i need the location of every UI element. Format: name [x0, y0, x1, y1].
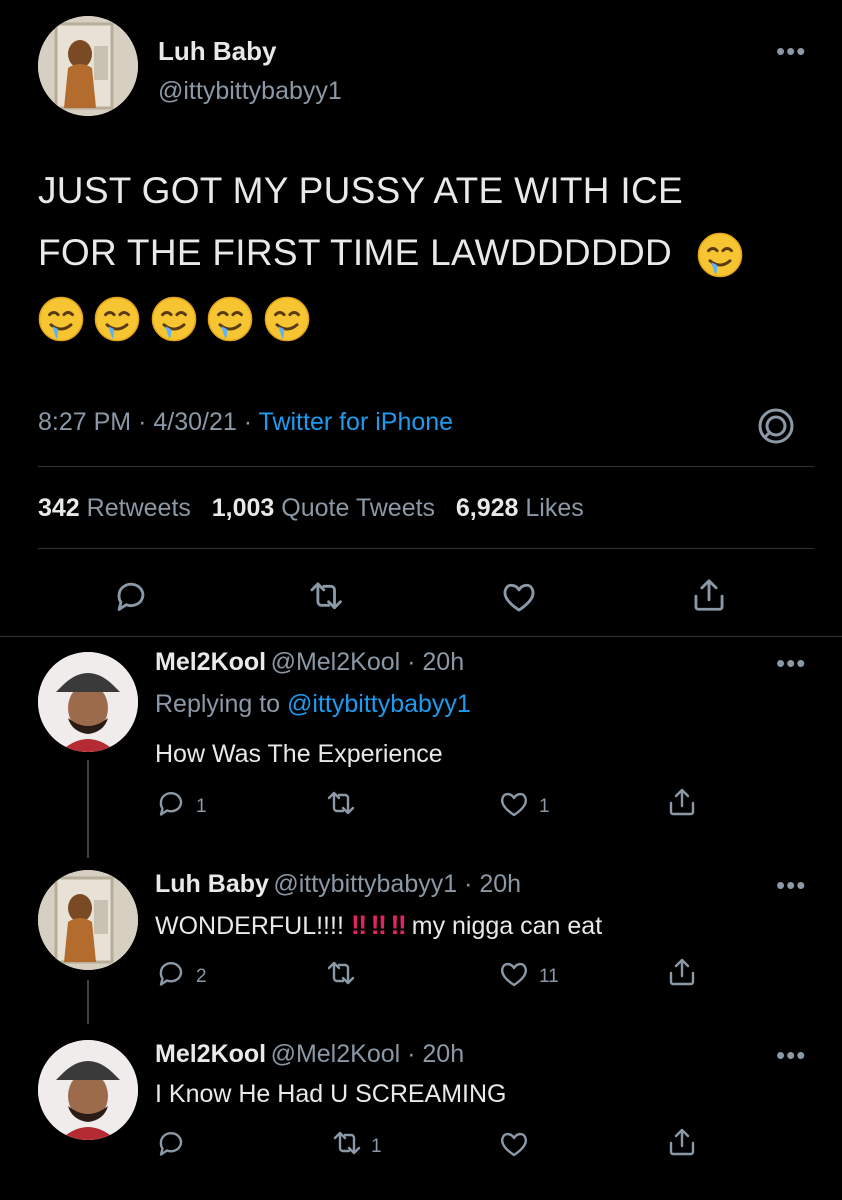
likes-stat[interactable]: 6,928 Likes — [456, 494, 584, 522]
more-icon[interactable]: ••• — [776, 870, 806, 901]
reply-handle-time[interactable]: @Mel2Kool · 20h — [271, 1040, 465, 1068]
engagement-stats: 342 Retweets 1,003 Quote Tweets 6,928 Li… — [38, 494, 584, 523]
retweet-icon[interactable] — [324, 788, 356, 820]
divider — [0, 636, 842, 637]
replying-to-handle[interactable]: @ittybittybabyy1 — [287, 690, 471, 718]
like-icon[interactable] — [500, 578, 538, 616]
reply-handle-time[interactable]: @ittybittybabyy1 · 20h — [273, 870, 521, 898]
drooling-face-icon — [150, 296, 197, 342]
drooling-face-icon — [94, 296, 141, 342]
thread-line — [87, 760, 89, 858]
reply-avatar-image — [38, 1040, 138, 1140]
retweet-count: 1 — [371, 1136, 382, 1157]
reply-avatar[interactable] — [38, 870, 138, 970]
reply-author-name[interactable]: Mel2Kool — [155, 1040, 266, 1068]
reply-text: WONDERFUL!!!! ‼ ‼ ‼ my nigga can eat — [155, 910, 603, 940]
reply-header: Luh Baby @ittybittybabyy1 · 20h — [155, 870, 521, 899]
reply-handle-time[interactable]: @Mel2Kool · 20h — [271, 648, 465, 676]
tweet-text-line1: JUST GOT MY PUSSY ATE WITH ICE — [38, 170, 683, 211]
reply-count: 2 — [196, 966, 207, 987]
share-icon[interactable] — [666, 786, 698, 818]
retweet-icon[interactable] — [324, 958, 356, 990]
tweet-meta: 8:27 PM · 4/30/21 · Twitter for iPhone — [38, 408, 454, 436]
double-exclamation-icon: ‼ ‼ ‼ — [350, 910, 407, 940]
drooling-face-icon — [696, 232, 743, 279]
share-icon[interactable] — [666, 1126, 698, 1158]
like-count: 1 — [539, 796, 550, 817]
author-avatar[interactable] — [38, 16, 138, 116]
reply-author-name[interactable]: Mel2Kool — [155, 648, 266, 676]
analytics-icon[interactable] — [756, 406, 796, 446]
drooling-face-icon — [207, 296, 254, 342]
reply-text: How Was The Experience — [155, 740, 443, 768]
reply-author-name[interactable]: Luh Baby — [155, 870, 269, 898]
tweet-text: JUST GOT MY PUSSY ATE WITH ICE FOR THE F… — [38, 160, 818, 284]
reply-icon[interactable] — [112, 578, 150, 616]
author-handle[interactable]: @ittybittybabyy1 — [158, 77, 342, 106]
like-icon[interactable] — [498, 788, 530, 820]
replying-to: Replying to @ittybittybabyy1 — [155, 690, 471, 718]
drooling-face-icon — [263, 296, 310, 342]
like-icon[interactable] — [498, 958, 530, 990]
more-icon[interactable]: ••• — [776, 648, 806, 679]
reply-avatar[interactable] — [38, 652, 138, 752]
reply-avatar-image — [38, 652, 138, 752]
tweet-date[interactable]: 4/30/21 — [153, 408, 236, 436]
tweet-time[interactable]: 8:27 PM — [38, 408, 131, 436]
quote-tweets-stat[interactable]: 1,003 Quote Tweets — [212, 494, 435, 522]
share-icon[interactable] — [690, 576, 728, 614]
reply-avatar-image — [38, 870, 138, 970]
tweet-text-line2: FOR THE FIRST TIME LAWDDDDDD — [38, 232, 673, 273]
author-avatar-image — [38, 16, 138, 116]
thread-line — [87, 980, 89, 1024]
reply-avatar[interactable] — [38, 1040, 138, 1140]
like-icon[interactable] — [498, 1128, 530, 1160]
author-name[interactable]: Luh Baby — [158, 36, 276, 67]
divider — [38, 466, 814, 467]
like-count: 11 — [539, 966, 559, 987]
reply-header: Mel2Kool @Mel2Kool · 20h — [155, 648, 464, 677]
reply-count: 1 — [196, 796, 207, 817]
tweet-source[interactable]: Twitter for iPhone — [259, 408, 454, 436]
reply-icon[interactable] — [155, 958, 187, 990]
retweet-icon[interactable] — [330, 1128, 362, 1160]
share-icon[interactable] — [666, 956, 698, 988]
drooling-face-icon — [38, 296, 84, 342]
emoji-row — [38, 296, 316, 347]
more-icon[interactable]: ••• — [776, 1040, 806, 1071]
divider — [38, 548, 814, 549]
retweets-stat[interactable]: 342 Retweets — [38, 494, 191, 522]
retweet-icon[interactable] — [306, 578, 344, 616]
reply-icon[interactable] — [155, 788, 187, 820]
more-icon[interactable]: ••• — [776, 36, 806, 67]
reply-icon[interactable] — [155, 1128, 187, 1160]
reply-header: Mel2Kool @Mel2Kool · 20h — [155, 1040, 464, 1069]
reply-text: I Know He Had U SCREAMING — [155, 1080, 507, 1108]
